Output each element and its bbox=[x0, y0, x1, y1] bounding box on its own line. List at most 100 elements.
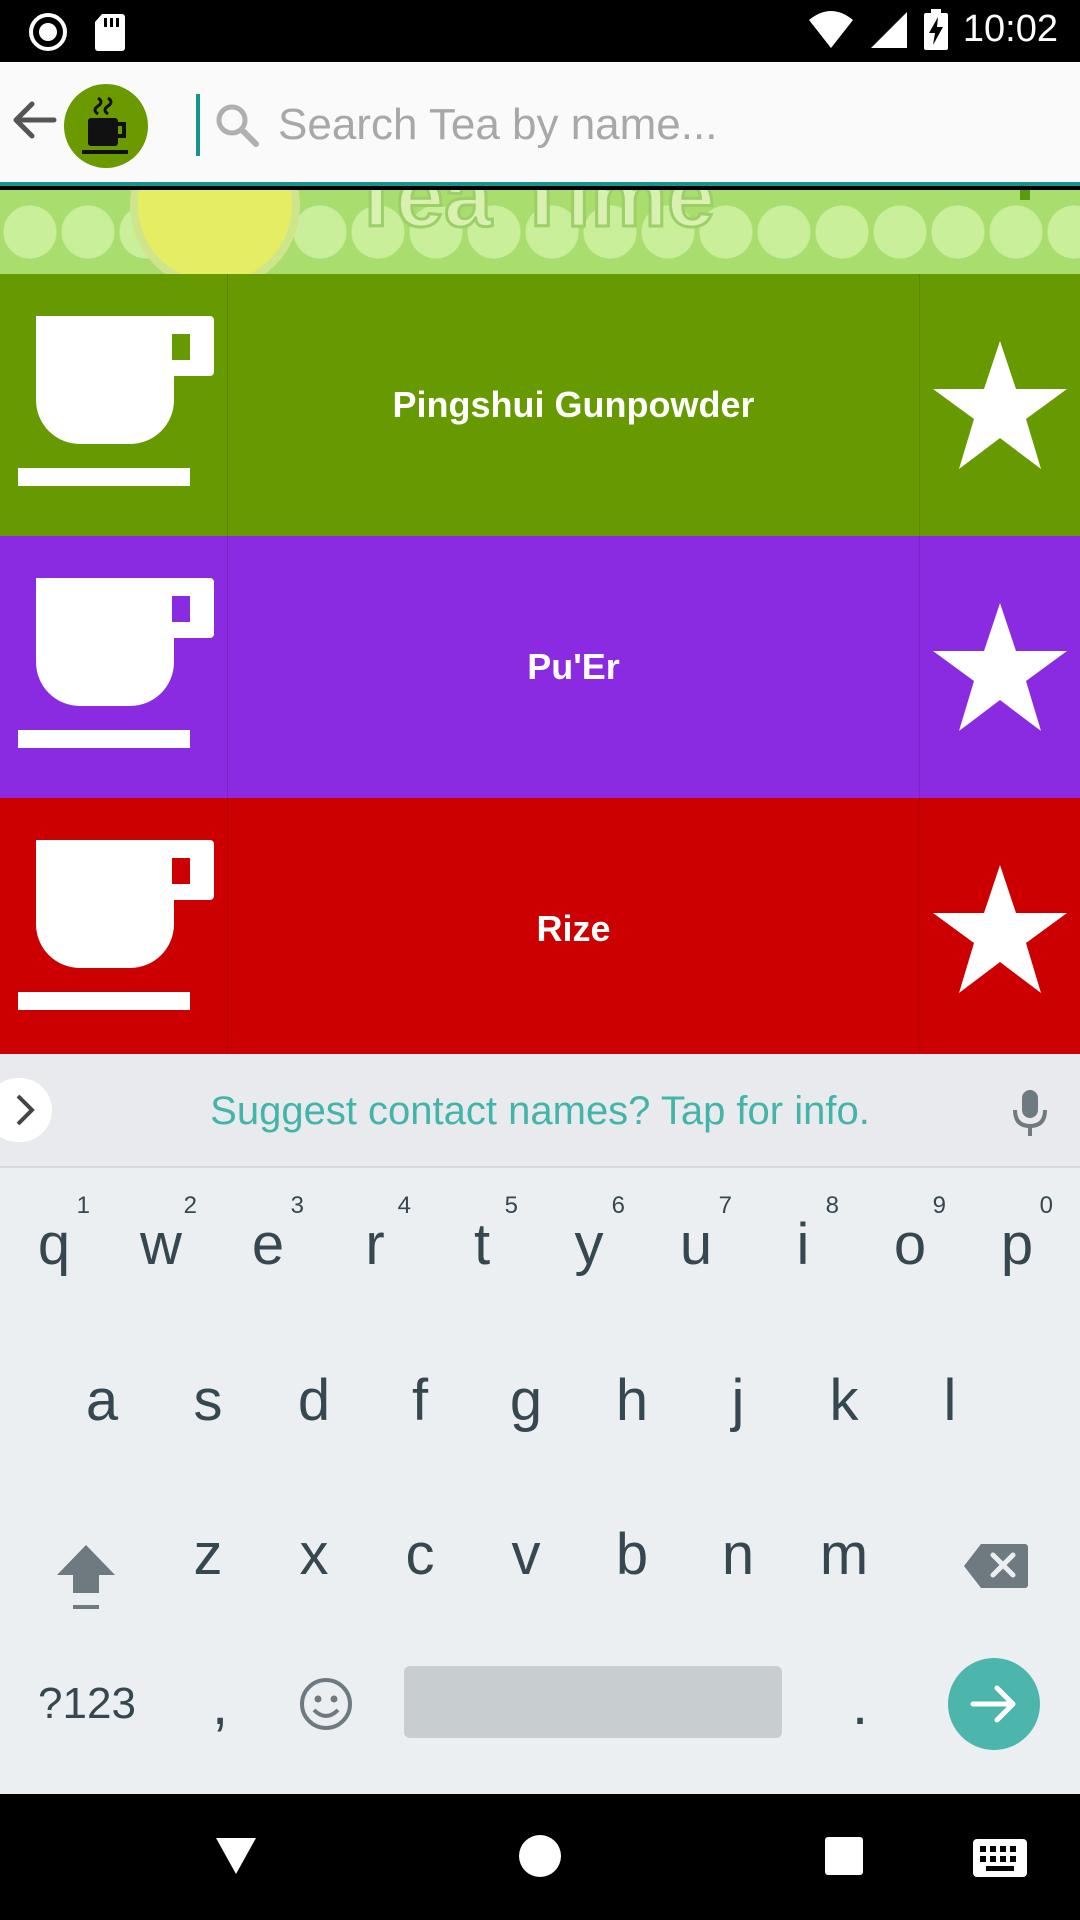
search-toolbar bbox=[0, 62, 1080, 186]
tea-icon-cell bbox=[0, 274, 228, 536]
keyboard-switch-icon[interactable] bbox=[972, 1838, 1028, 1878]
key-d[interactable]: d bbox=[264, 1340, 364, 1460]
key-h[interactable]: h bbox=[582, 1340, 682, 1460]
tea-cup-icon bbox=[18, 316, 214, 486]
arrow-right-icon bbox=[970, 1685, 1016, 1723]
key-b[interactable]: b bbox=[582, 1494, 682, 1614]
key-hint: 7 bbox=[718, 1192, 732, 1219]
tea-cup-icon bbox=[18, 578, 214, 748]
back-arrow-icon[interactable] bbox=[8, 94, 60, 146]
key-hint: 8 bbox=[825, 1192, 839, 1219]
tea-time-banner: Tea Time bbox=[0, 190, 1080, 274]
status-bar: 10:02 bbox=[0, 0, 1080, 62]
key-g[interactable]: g bbox=[476, 1340, 576, 1460]
suggestion-strip[interactable]: Suggest contact names? Tap for info. bbox=[0, 1054, 1080, 1168]
backspace-icon bbox=[964, 1544, 1028, 1588]
space-bar[interactable] bbox=[404, 1666, 782, 1738]
key-x[interactable]: x bbox=[264, 1494, 364, 1614]
tea-icon-cell bbox=[0, 798, 228, 1060]
battery-charging-icon bbox=[923, 8, 948, 50]
key-w[interactable]: w2 bbox=[111, 1184, 211, 1304]
key-label: e bbox=[251, 1211, 285, 1277]
app-logo bbox=[64, 84, 148, 168]
wifi-icon bbox=[808, 10, 853, 48]
go-key[interactable] bbox=[948, 1658, 1040, 1750]
key-label: r bbox=[365, 1211, 385, 1277]
key-m[interactable]: m bbox=[794, 1494, 894, 1614]
key-hint: 3 bbox=[290, 1192, 304, 1219]
suggestion-text[interactable]: Suggest contact names? Tap for info. bbox=[0, 1054, 1080, 1168]
key-hint: 6 bbox=[611, 1192, 625, 1219]
backspace-key[interactable] bbox=[946, 1506, 1046, 1626]
key-u[interactable]: u7 bbox=[646, 1184, 746, 1304]
key-label: u bbox=[679, 1211, 713, 1277]
navigation-bar bbox=[0, 1794, 1080, 1920]
key-l[interactable]: l bbox=[900, 1340, 1000, 1460]
emoji-icon bbox=[300, 1678, 352, 1730]
tea-name[interactable]: Rize bbox=[228, 798, 920, 1060]
favorite-button[interactable] bbox=[920, 274, 1080, 536]
favorite-button[interactable] bbox=[920, 536, 1080, 798]
recents-square-icon[interactable] bbox=[824, 1836, 864, 1876]
tea-name[interactable]: Pingshui Gunpowder bbox=[228, 274, 920, 536]
key-o[interactable]: o9 bbox=[860, 1184, 960, 1304]
mic-icon[interactable] bbox=[1010, 1088, 1050, 1138]
sd-card-icon bbox=[95, 14, 125, 51]
key-c[interactable]: c bbox=[370, 1494, 470, 1614]
shift-key[interactable] bbox=[36, 1518, 136, 1638]
tea-row[interactable]: Pu'Er bbox=[0, 536, 1080, 798]
key-y[interactable]: y6 bbox=[539, 1184, 639, 1304]
key-hint: 4 bbox=[397, 1192, 411, 1219]
key-hint: 5 bbox=[504, 1192, 518, 1219]
key-n[interactable]: n bbox=[688, 1494, 788, 1614]
key-a[interactable]: a bbox=[52, 1340, 152, 1460]
key-p[interactable]: p0 bbox=[967, 1184, 1067, 1304]
tea-cup-logo-icon bbox=[82, 96, 128, 154]
banner-title: Tea Time bbox=[349, 190, 717, 247]
period-key[interactable]: . bbox=[810, 1644, 910, 1764]
star-icon bbox=[933, 603, 1067, 731]
key-k[interactable]: k bbox=[794, 1340, 894, 1460]
key-i[interactable]: i8 bbox=[753, 1184, 853, 1304]
tea-icon-cell bbox=[0, 536, 228, 798]
key-label: y bbox=[574, 1211, 604, 1277]
symbols-key[interactable]: ?123 bbox=[22, 1644, 152, 1764]
keyboard: Suggest contact names? Tap for info. q1w… bbox=[0, 1054, 1080, 1794]
key-e[interactable]: e3 bbox=[218, 1184, 318, 1304]
key-j[interactable]: j bbox=[688, 1340, 788, 1460]
key-q[interactable]: q1 bbox=[4, 1184, 104, 1304]
banner-mark bbox=[1020, 190, 1030, 200]
clock-graphic bbox=[130, 190, 300, 274]
tea-cup-icon bbox=[18, 840, 214, 1010]
favorite-button[interactable] bbox=[920, 798, 1080, 1060]
back-triangle-icon[interactable] bbox=[214, 1834, 258, 1878]
key-r[interactable]: r4 bbox=[325, 1184, 425, 1304]
key-z[interactable]: z bbox=[158, 1494, 258, 1614]
search-icon bbox=[216, 104, 259, 147]
key-hint: 9 bbox=[932, 1192, 946, 1219]
tea-row[interactable]: Rize bbox=[0, 798, 1080, 1060]
key-label: o bbox=[893, 1211, 927, 1277]
key-v[interactable]: v bbox=[476, 1494, 576, 1614]
search-input[interactable] bbox=[278, 90, 1038, 160]
key-hint: 1 bbox=[76, 1192, 90, 1219]
home-circle-icon[interactable] bbox=[518, 1834, 562, 1878]
key-hint: 0 bbox=[1039, 1192, 1053, 1219]
star-icon bbox=[933, 865, 1067, 993]
star-icon bbox=[933, 341, 1067, 469]
key-s[interactable]: s bbox=[158, 1340, 258, 1460]
search-field[interactable] bbox=[196, 90, 1056, 160]
tea-name[interactable]: Pu'Er bbox=[228, 536, 920, 798]
key-f[interactable]: f bbox=[370, 1340, 470, 1460]
tea-row[interactable]: Pingshui Gunpowder bbox=[0, 274, 1080, 536]
key-t[interactable]: t5 bbox=[432, 1184, 532, 1304]
emoji-key[interactable] bbox=[276, 1644, 376, 1764]
key-label: p bbox=[1000, 1211, 1034, 1277]
record-icon bbox=[29, 13, 67, 51]
shift-icon bbox=[57, 1545, 115, 1609]
key-label: i bbox=[796, 1211, 810, 1277]
comma-key[interactable]: , bbox=[170, 1644, 270, 1764]
key-hint: 2 bbox=[183, 1192, 197, 1219]
key-label: w bbox=[140, 1211, 182, 1277]
key-label: q bbox=[37, 1211, 71, 1277]
